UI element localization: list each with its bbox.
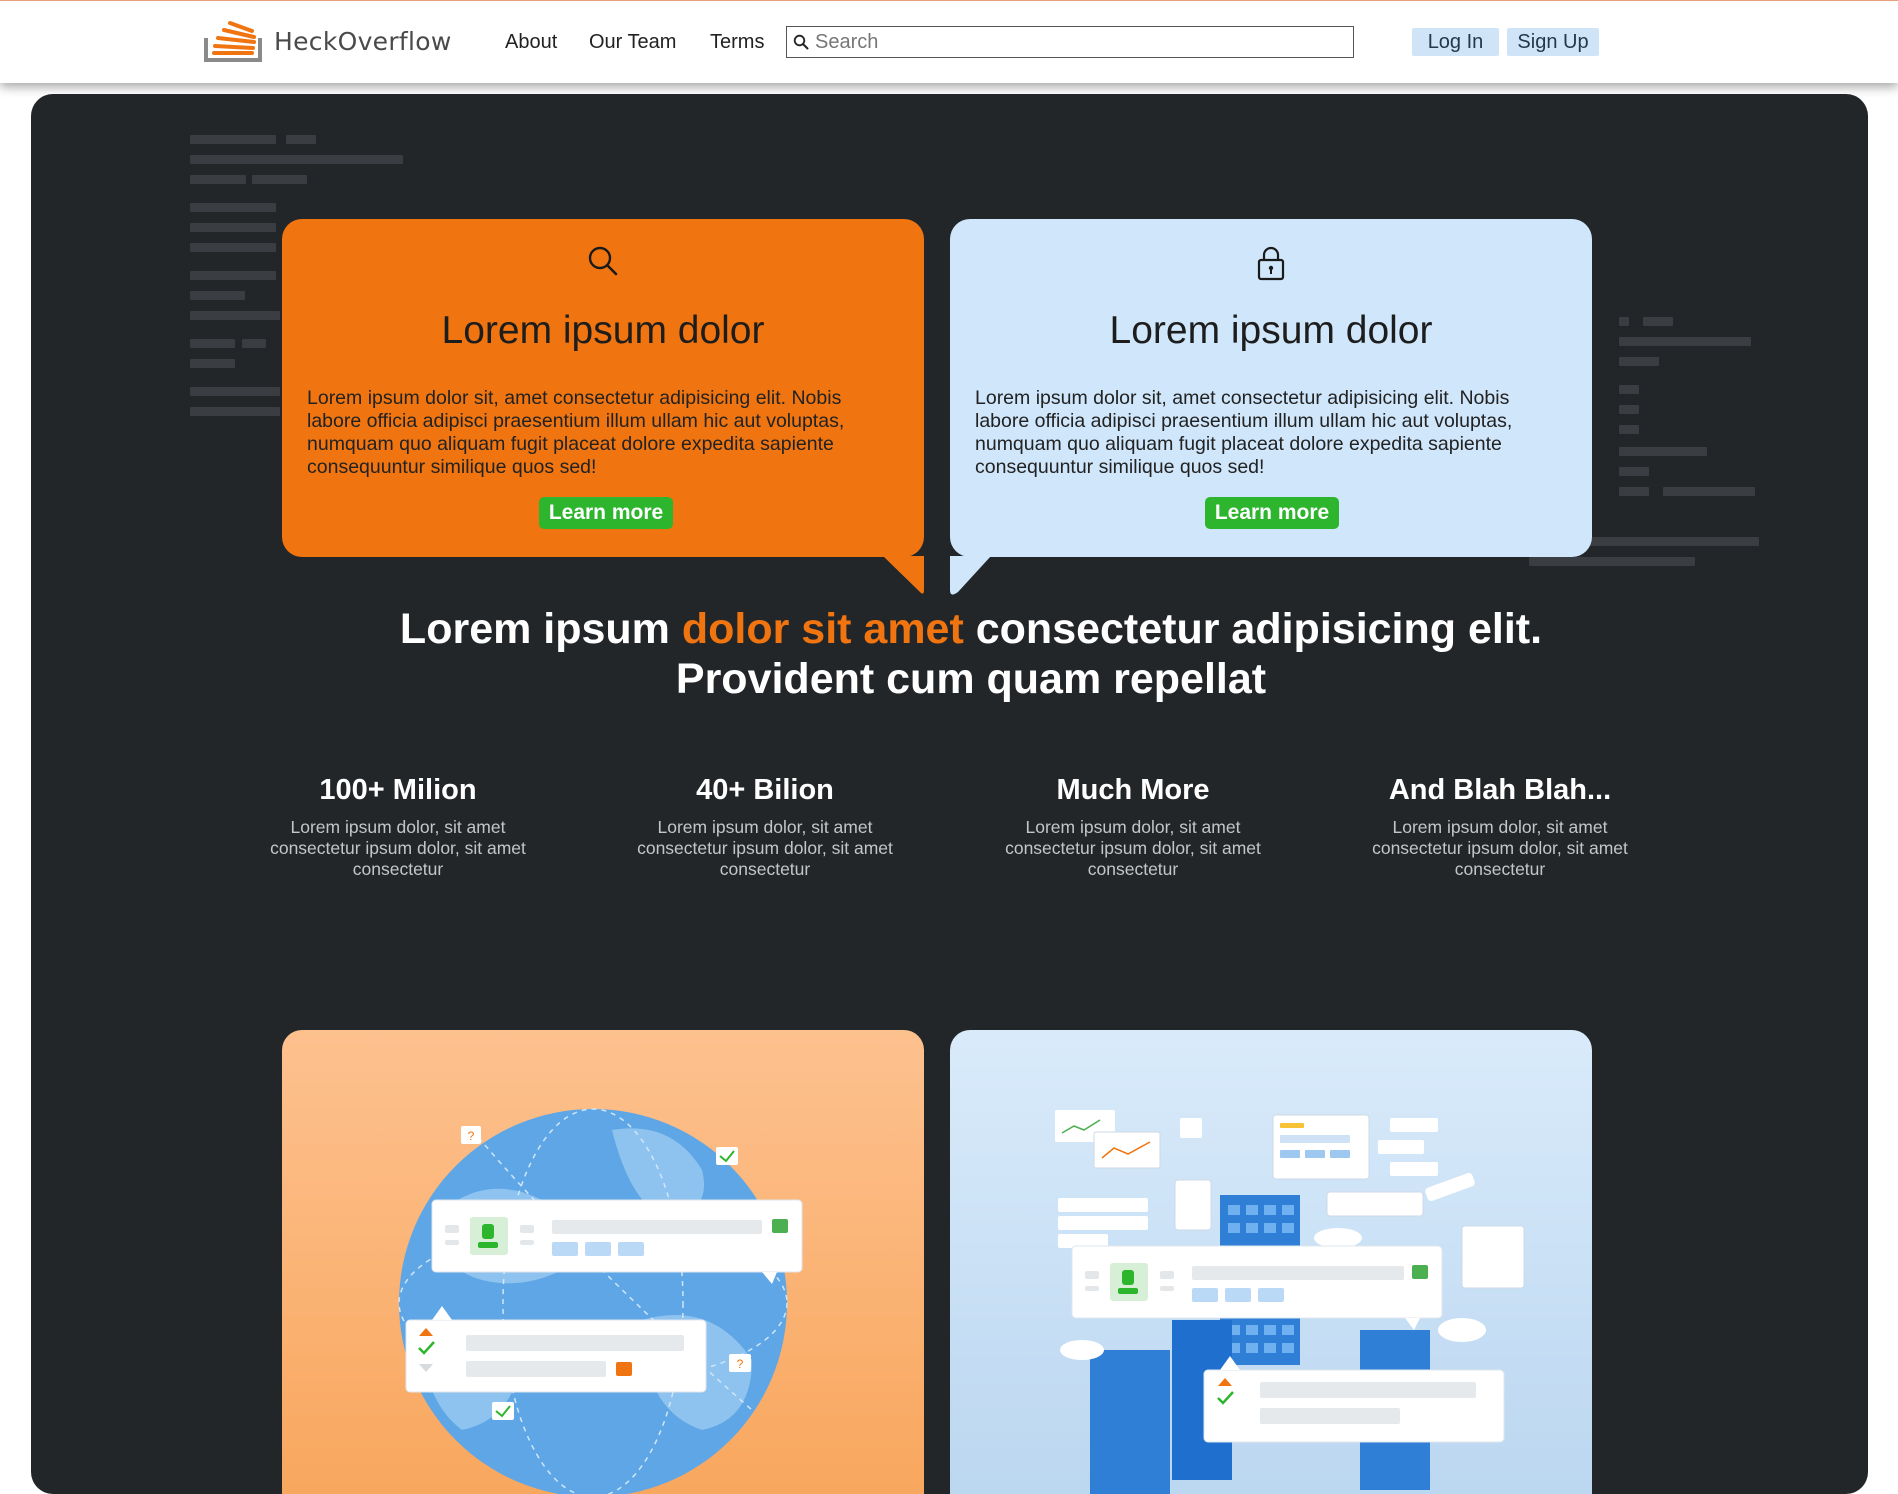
speech-bubble-tail [950, 556, 991, 595]
stat-block: Much More Lorem ipsum dolor, sit amet co… [983, 774, 1283, 880]
stat-block: And Blah Blah... Lorem ipsum dolor, sit … [1350, 774, 1650, 880]
card-title: Lorem ipsum dolor [441, 309, 765, 352]
feature-card-lock: Lorem ipsum dolor Lorem ipsum dolor sit,… [950, 219, 1592, 595]
globe-illustration: ? ? [398, 1108, 803, 1494]
illustration-card-city [950, 1030, 1592, 1494]
stat-title: 100+ Milion [319, 774, 477, 806]
nav-our-team[interactable]: Our Team [589, 31, 676, 54]
learn-more-button[interactable]: Learn more [1205, 497, 1339, 529]
logo-text: HeckOverflow [274, 26, 452, 56]
top-navbar: HeckOverflow About Our Team Terms Log In… [0, 0, 1898, 83]
login-button[interactable]: Log In [1412, 28, 1499, 56]
search-input[interactable] [813, 29, 1337, 55]
stat-title: And Blah Blah... [1388, 774, 1612, 806]
svg-text:?: ? [737, 1357, 744, 1371]
signup-button[interactable]: Sign Up [1507, 28, 1599, 56]
stat-title: 40+ Bilion [696, 774, 834, 806]
search-icon [793, 34, 809, 50]
nav-terms[interactable]: Terms [710, 31, 764, 54]
feature-card-search: Lorem ipsum dolor Lorem ipsum dolor sit,… [282, 219, 924, 594]
card-text: Lorem ipsum dolor sit, amet consectetur … [975, 387, 1513, 478]
stat-text: Lorem ipsum dolor, sit amet consectetur … [637, 817, 893, 879]
logo[interactable]: HeckOverflow [204, 17, 454, 65]
logo-icon [204, 21, 262, 62]
headline-text: Lorem ipsum [399, 605, 682, 653]
stat-block: 100+ Milion Lorem ipsum dolor, sit amet … [248, 774, 548, 880]
stat-text: Lorem ipsum dolor, sit amet consectetur … [270, 817, 526, 879]
lock-icon [1257, 246, 1285, 281]
learn-more-button[interactable]: Learn more [539, 497, 673, 529]
card-text: Lorem ipsum dolor sit, amet consectetur … [307, 387, 845, 478]
stat-text: Lorem ipsum dolor, sit amet consectetur … [1005, 817, 1261, 879]
speech-bubble-tail [883, 556, 924, 594]
nav-about[interactable]: About [505, 31, 557, 54]
headline-accent: dolor sit amet [681, 605, 964, 653]
city-illustration [1055, 1110, 1525, 1494]
search-icon [588, 246, 618, 276]
hero-headline: Lorem ipsum dolor sit amet consectetur a… [331, 604, 1611, 704]
card-title: Lorem ipsum dolor [1109, 309, 1433, 352]
hero-section: Lorem ipsum dolor Lorem ipsum dolor sit,… [31, 94, 1868, 1494]
svg-text:?: ? [468, 1129, 475, 1143]
illustration-card-globe: ? ? [282, 1030, 924, 1494]
stat-title: Much More [1056, 774, 1210, 806]
search-box [786, 26, 1354, 58]
stat-block: 40+ Bilion Lorem ipsum dolor, sit amet c… [615, 774, 915, 880]
stat-text: Lorem ipsum dolor, sit amet consectetur … [1372, 817, 1628, 879]
